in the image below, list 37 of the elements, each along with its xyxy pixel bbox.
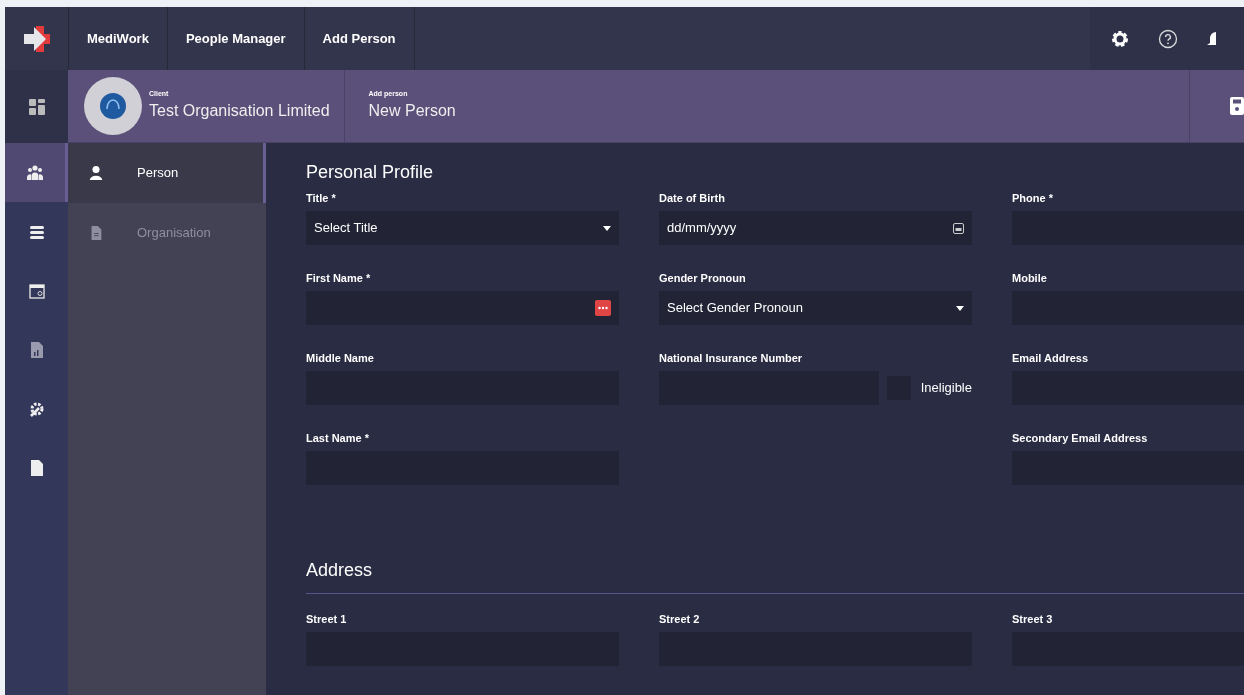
checkbox-label: Ineligible [920,379,972,398]
help-icon[interactable] [1158,28,1178,49]
input-field[interactable] [306,291,619,325]
section-heading: Address [306,559,374,582]
date-field[interactable]: dd/mm/yyyy [659,211,972,245]
field-label: Phone * [1012,191,1054,205]
person-icon [88,165,104,181]
caret-icon [956,305,964,311]
field-label: Middle Name [306,351,375,365]
people-icon[interactable] [26,163,44,182]
logo-icon[interactable] [5,7,68,70]
field-label: First Name * [306,271,372,285]
settings-icon[interactable] [1110,28,1130,49]
person-name: New Person [368,101,456,122]
field-label: Title * [306,191,337,205]
caret-icon [603,225,611,231]
field-label: National Insurance Number [659,351,804,365]
field-label: Street 2 [659,612,701,626]
field-label: Last Name * [306,431,370,445]
client-logo [84,77,142,135]
field-label: Gender Pronoun [659,271,747,285]
client-name: Test Organisation Limited [149,101,330,122]
field-label: Street 1 [306,612,348,626]
field-label: Secondary Email Address [1012,431,1149,445]
field-label: Date of Birth [659,191,726,205]
select-field[interactable]: Select Gender Pronoun [659,291,972,325]
section-heading: Personal Profile [306,161,435,184]
field-label: Street 3 [1012,612,1054,626]
calendar-icon[interactable] [953,222,964,234]
dashboard-icon[interactable] [27,97,46,116]
field-label: Email Address [1012,351,1089,365]
save-icon[interactable] [1230,97,1244,115]
calendar-icon[interactable] [27,281,46,300]
submenu-item[interactable]: Person [68,143,266,203]
select-field[interactable]: Select Title [306,211,619,245]
field-label: Mobile [1012,271,1048,285]
more-icon[interactable] [595,300,611,316]
